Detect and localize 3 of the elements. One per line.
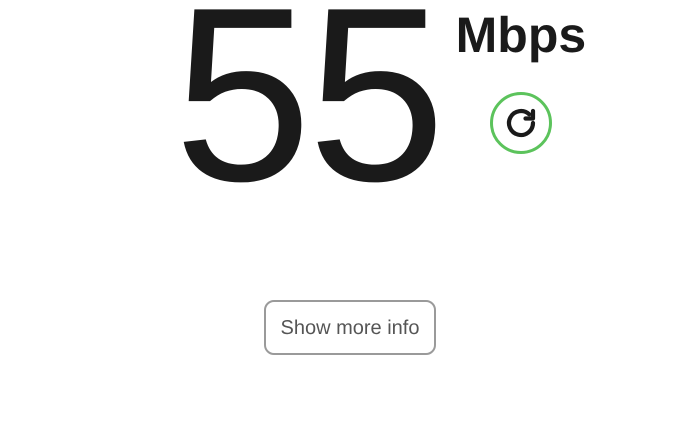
speed-value: 55 (174, 0, 442, 218)
show-more-info-button[interactable]: Show more info (264, 300, 436, 355)
speed-unit: Mbps (456, 10, 586, 60)
